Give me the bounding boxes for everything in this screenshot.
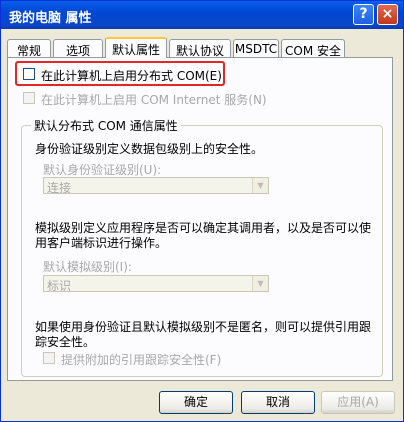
ref-tracking-label: 提供附加的引用跟踪安全性(F) (61, 353, 222, 367)
properties-window: 我的电脑 属性 ? × 常规 选项 默认属性 默认协议 MSDTC COM 安全… (0, 0, 404, 422)
help-button[interactable]: ? (353, 4, 374, 25)
auth-description: 身份验证级别定义数据包级别上的安全性。 (35, 142, 264, 156)
imp-level-value: 标识 (47, 279, 72, 293)
auth-level-label: 默认身份验证级别(U): (43, 163, 162, 177)
auth-level-select: 连接 ▼ (43, 177, 269, 195)
imp-level-select: 标识 ▼ (43, 275, 269, 293)
imp-level-label: 默认模拟级别(I): (43, 260, 132, 274)
cancel-button[interactable]: 取消 (241, 391, 315, 414)
ref-description-line2: 踪安全性。 (35, 335, 96, 349)
chevron-down-icon: ▼ (252, 276, 268, 291)
ref-tracking-checkbox (43, 352, 55, 364)
enable-dcom-label[interactable]: 在此计算机上启用分布式 COM(E) (41, 67, 222, 84)
tab-default-properties[interactable]: 默认属性 (105, 37, 167, 58)
enable-dcom-checkbox[interactable] (23, 68, 35, 80)
tab-general[interactable]: 常规 (7, 39, 51, 58)
group-title: 默认分布式 COM 通信属性 (31, 117, 181, 134)
close-button[interactable]: × (377, 4, 398, 25)
imp-description-line2: 用客户端标识进行操作。 (35, 236, 168, 250)
tab-options[interactable]: 选项 (53, 39, 103, 58)
tab-msdtc[interactable]: MSDTC (233, 39, 279, 57)
auth-level-value: 连接 (47, 181, 72, 195)
ok-button[interactable]: 确定 (159, 391, 233, 414)
apply-button: 应用(A) (321, 391, 395, 414)
title-bar[interactable]: 我的电脑 属性 ? × (1, 1, 403, 29)
chevron-down-icon: ▼ (252, 178, 268, 193)
enable-com-internet-label: 在此计算机上启用 COM Internet 服务(N) (41, 93, 267, 107)
tab-com-security[interactable]: COM 安全 (281, 39, 345, 58)
enable-com-internet-checkbox (23, 92, 35, 104)
tab-default-protocols[interactable]: 默认协议 (169, 39, 231, 58)
window-title: 我的电脑 属性 (9, 11, 92, 26)
